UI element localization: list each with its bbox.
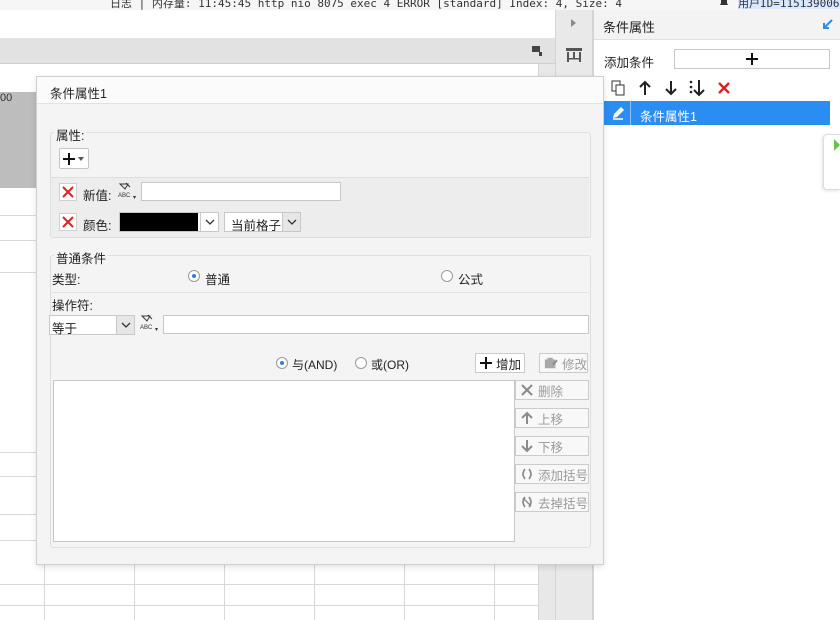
grid-line [224,565,225,620]
format-painter-icon[interactable] [530,44,544,58]
grid-line [0,240,36,241]
parentheses-icon [522,468,532,480]
type-normal-label[interactable]: 普通 [205,269,230,288]
user-id-text: 用户ID=115139006 [738,0,840,9]
close-icon [62,186,74,198]
condition-list-item[interactable] [604,101,830,125]
add-condition-item-button[interactable]: 增加 [475,353,525,373]
remove-color-button[interactable] [59,213,77,231]
condition-panel-title: 条件属性 [603,20,656,35]
up-button-label: 上移 [538,412,564,427]
logic-or-label[interactable]: 或(OR) [371,356,409,373]
ruler-label: 00 [0,92,13,104]
new-value-label: 新值: [83,189,112,203]
move-up-button[interactable]: 上移 [515,408,589,428]
modify-icon [544,357,558,369]
arrow-down-icon [521,440,533,453]
arrow-up-icon [521,411,533,424]
grid-line [0,476,36,477]
plus-icon [746,53,758,65]
ruler [0,92,38,188]
svg-text:ABC: ABC [140,325,153,331]
new-value-input[interactable] [141,182,341,201]
delete-icon[interactable] [714,78,734,98]
grid-line [314,565,315,620]
color-label: 颜色: [83,219,112,233]
dock-arrow-icon[interactable] [822,18,834,30]
chevron-down-icon[interactable] [200,213,218,231]
plus-icon [480,357,492,369]
condition-list-item-label: 条件属性1 [640,110,697,124]
color-swatch[interactable] [120,213,198,231]
edit-pencil-icon[interactable] [610,105,626,121]
modify-button-label: 修改 [561,357,587,372]
remove-new-value-button[interactable] [59,183,77,201]
add-condition-label: 添加条件 [604,56,655,70]
move-down-icon[interactable] [661,78,681,98]
status-log-text: 日志 | 内存量: 11:45:45 http nio 8075 exec 4 … [110,0,622,10]
logic-and-label[interactable]: 与(AND) [292,356,337,373]
close-icon [62,216,74,228]
editor-top-area [0,10,555,38]
grid-line [0,540,36,541]
attributes-legend: 属性: [54,125,87,144]
divider [51,292,589,293]
condition-list-box[interactable] [53,380,515,542]
operand-input[interactable] [163,315,589,334]
logic-or-radio[interactable] [355,357,367,369]
logic-and-radio[interactable] [276,357,288,369]
move-down-button[interactable]: 下移 [515,436,589,456]
collapse-arrow-icon[interactable] [568,17,578,29]
add-condition-button[interactable] [674,49,830,69]
top-status-bar: 日志 | 内存量: 11:45:45 http nio 8075 exec 4 … [0,0,840,10]
divider [630,101,631,125]
move-bottom-icon[interactable] [687,78,707,98]
cell-attribute-icon[interactable] [565,47,583,63]
grid-line [0,584,538,585]
down-button-label: 下移 [538,440,564,455]
type-formula-radio[interactable] [441,270,453,282]
move-up-icon[interactable] [635,78,655,98]
close-icon [521,384,533,396]
operator-label: 操作符: [52,299,93,313]
add-attribute-button[interactable] [59,148,89,169]
type-normal-radio[interactable] [188,270,200,282]
copy-icon[interactable] [608,78,628,98]
delete-button[interactable]: 删除 [515,380,589,400]
grid-line [44,565,45,620]
condition-toolbar [604,78,830,100]
modify-button[interactable]: 修改 [539,353,588,373]
scope-select-value: 当前格子 [231,219,282,233]
side-expand-tab[interactable] [823,134,840,190]
operator-select-value: 等于 [52,322,78,336]
grid-line [494,565,495,620]
formula-editor-icon[interactable]: ABC [117,181,139,201]
remove-paren-button-label: 去掉括号 [537,496,588,511]
dialog-title: 条件属性1 [50,87,107,101]
dialog-titlebar [37,77,603,104]
delete-button-label: 删除 [538,384,564,399]
remove-parentheses-icon [522,496,532,508]
type-formula-label[interactable]: 公式 [458,269,483,288]
add-paren-button-label: 添加括号 [537,468,588,483]
add-parentheses-button[interactable]: 添加括号 [515,464,589,484]
type-label: 类型: [52,273,81,287]
grid-line [134,565,135,620]
grid-line [0,605,538,606]
plus-icon [63,152,84,165]
svg-text:ABC: ABC [118,193,131,199]
chevron-down-icon[interactable] [116,316,134,334]
grid-line [0,452,36,453]
add-button-label: 增加 [496,357,522,372]
formula-editor-icon[interactable]: ABC [139,313,161,333]
grid-line [404,565,405,620]
remove-parentheses-button[interactable]: 去掉括号 [515,492,589,512]
grid-line [0,215,36,216]
bell-icon[interactable] [718,0,730,8]
grid-line [0,272,36,273]
chevron-down-icon[interactable] [282,213,300,231]
editor-toolbar-strip [0,38,555,64]
condition-legend: 普通条件 [54,248,109,267]
grid-line [0,514,36,515]
